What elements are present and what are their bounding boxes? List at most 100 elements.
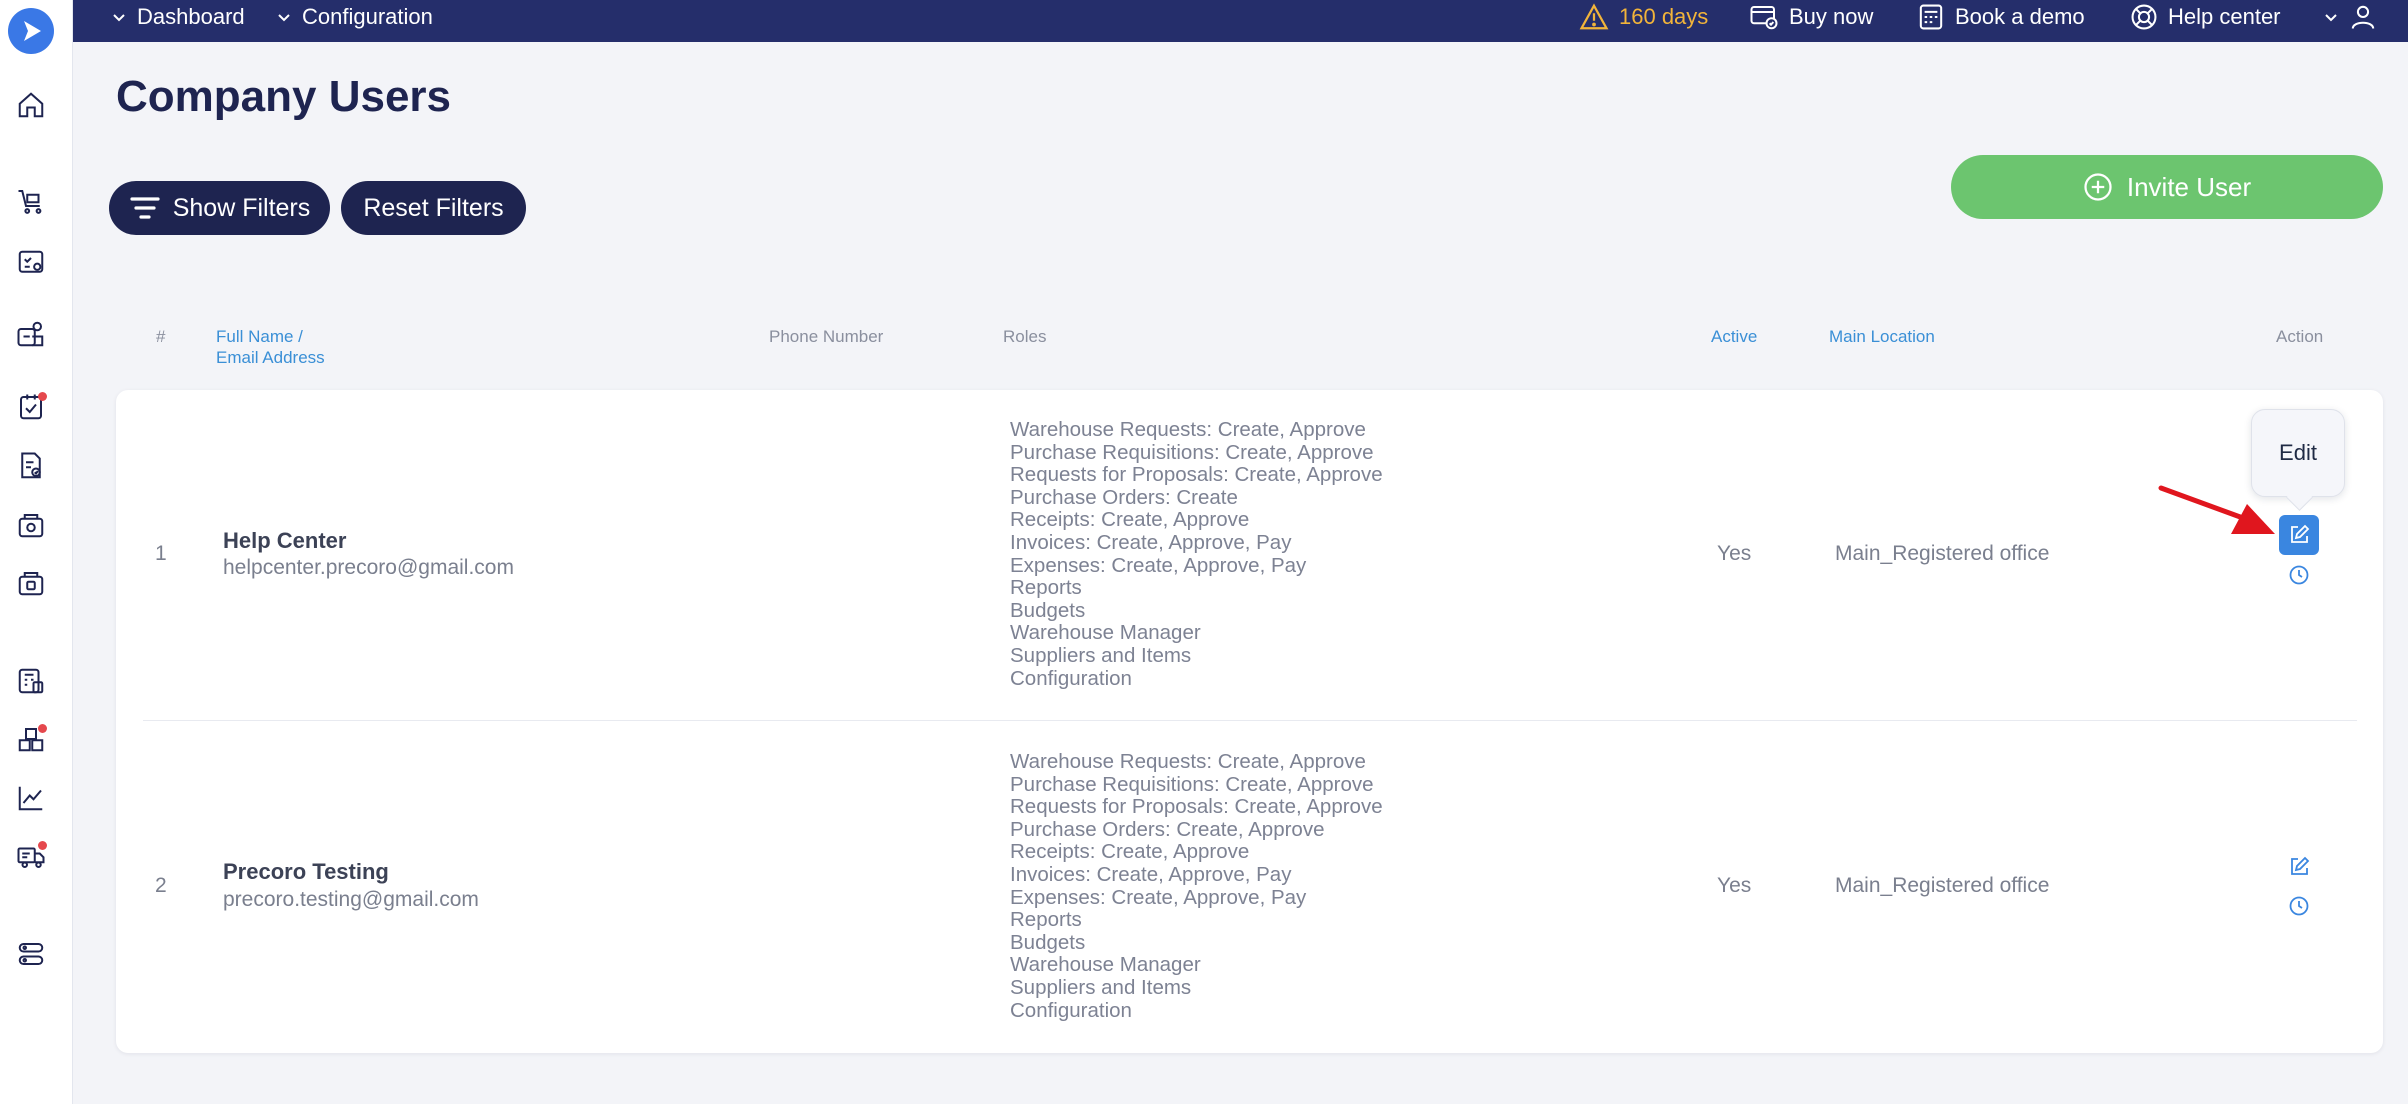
user-roles: Warehouse Requests: Create, Approve Purc… — [1010, 418, 1383, 690]
help-center-link[interactable]: Help center — [2130, 0, 2281, 34]
show-filters-button[interactable]: Show Filters — [109, 181, 330, 235]
trial-days-indicator[interactable]: 160 days — [1579, 0, 1708, 34]
user-icon — [2351, 5, 2375, 29]
chevron-down-icon — [2325, 14, 2337, 22]
filter-icon — [130, 197, 160, 219]
column-header-main-location[interactable]: Main Location — [1829, 326, 1935, 347]
role-item: Reports — [1010, 908, 1082, 932]
dashboard-menu[interactable]: Dashboard — [111, 0, 245, 34]
column-header-name-line1: Full Name / — [216, 327, 303, 346]
column-header-roles: Roles — [1003, 327, 1047, 346]
settings-icon[interactable] — [14, 937, 48, 971]
budget-icon[interactable] — [14, 664, 48, 698]
clock-icon — [2289, 896, 2309, 916]
user-history-button[interactable] — [2284, 560, 2314, 590]
role-item: Expenses: Create, Approve, Pay — [1010, 885, 1307, 909]
user-active-status: Yes — [1717, 874, 1752, 897]
role-item: Budgets — [1010, 930, 1086, 954]
role-item: Receipts: Create, Approve — [1010, 840, 1250, 864]
help-center-label: Help center — [2168, 4, 2281, 29]
annotation-arrow-icon — [2158, 485, 2275, 534]
edit-user-button[interactable] — [2279, 847, 2319, 887]
user-full-name: Precoro Testing — [223, 859, 389, 884]
chevron-down-icon — [278, 14, 290, 22]
user-active-status: Yes — [1717, 542, 1752, 565]
user-main-location: Main_Registered office — [1835, 542, 2050, 565]
requests-icon[interactable] — [14, 246, 48, 280]
lifebuoy-icon — [2131, 4, 2157, 30]
notification-badge — [38, 724, 47, 733]
edit-tooltip-label: Edit — [2279, 440, 2317, 465]
role-item: Purchase Orders: Create, Approve — [1010, 817, 1325, 841]
show-filters-label: Show Filters — [172, 193, 311, 222]
role-item: Warehouse Manager — [1010, 953, 1201, 977]
chevron-down-icon — [113, 14, 125, 22]
role-item: Purchase Requisitions: Create, Approve — [1010, 772, 1374, 796]
role-item: Budgets — [1010, 598, 1086, 622]
column-header-full-name[interactable]: Full Name / Email Address — [216, 326, 325, 368]
row-divider — [143, 720, 2357, 721]
role-item: Invoices: Create, Approve, Pay — [1010, 530, 1292, 554]
top-navigation-bar: Dashboard Configuration 160 days Buy now… — [73, 0, 2408, 42]
role-item: Expenses: Create, Approve, Pay — [1010, 553, 1307, 577]
role-item: Receipts: Create, Approve — [1010, 508, 1250, 532]
plus-circle-icon — [2084, 173, 2112, 201]
buy-now-link[interactable]: Buy now — [1749, 0, 1873, 34]
receipt-icon[interactable] — [14, 508, 48, 542]
reset-filters-button[interactable]: Reset Filters — [341, 181, 526, 235]
user-menu[interactable] — [2323, 0, 2377, 34]
buy-now-label: Buy now — [1789, 4, 1874, 29]
role-item: Requests for Proposals: Create, Approve — [1010, 795, 1383, 819]
column-header-name-line2: Email Address — [216, 348, 325, 367]
role-item: Warehouse Requests: Create, Approve — [1010, 418, 1366, 441]
book-demo-link[interactable]: Book a demo — [1917, 0, 2085, 34]
home-icon[interactable] — [14, 88, 48, 122]
logo-icon[interactable] — [8, 8, 54, 54]
user-email: helpcenter.precoro@gmail.com — [223, 556, 514, 579]
delivery-icon[interactable] — [14, 839, 48, 873]
invite-user-button[interactable]: Invite User — [1951, 155, 2383, 219]
configuration-menu[interactable]: Configuration — [276, 0, 433, 34]
sidebar — [0, 0, 73, 1104]
invite-user-label: Invite User — [2126, 171, 2252, 202]
user-email: precoro.testing@gmail.com — [223, 888, 479, 911]
row-number: 1 — [155, 542, 167, 565]
notification-badge — [38, 841, 47, 850]
analytics-icon[interactable] — [14, 781, 48, 815]
configuration-label: Configuration — [302, 4, 433, 29]
role-item: Suppliers and Items — [1010, 975, 1192, 999]
edit-user-button[interactable] — [2279, 515, 2319, 555]
column-header-action: Action — [2276, 327, 2324, 346]
notification-badge — [38, 392, 47, 401]
column-header-active[interactable]: Active — [1711, 326, 1757, 347]
dashboard-label: Dashboard — [137, 4, 245, 29]
page-title: Company Users — [116, 72, 452, 121]
clock-icon — [2289, 565, 2309, 585]
users-icon[interactable] — [14, 317, 48, 351]
role-item: Warehouse Manager — [1010, 621, 1201, 645]
user-roles: Warehouse Requests: Create, Approve Purc… — [1010, 750, 1383, 1022]
credit-card-icon — [1750, 6, 1778, 30]
wallet-icon[interactable] — [14, 566, 48, 600]
cart-icon[interactable] — [14, 184, 48, 218]
role-item: Suppliers and Items — [1010, 643, 1192, 667]
approvals-icon[interactable] — [14, 390, 48, 424]
user-history-button[interactable] — [2284, 891, 2314, 921]
user-full-name: Help Center — [223, 528, 347, 553]
book-demo-label: Book a demo — [1955, 4, 2085, 29]
calendar-icon — [1919, 4, 1943, 30]
invoice-icon[interactable] — [14, 449, 48, 483]
column-header-phone: Phone Number — [769, 327, 884, 346]
role-item: Invoices: Create, Approve, Pay — [1010, 862, 1292, 886]
edit-icon — [2291, 524, 2310, 543]
warning-icon — [1579, 3, 1609, 30]
reset-filters-label: Reset Filters — [363, 193, 504, 222]
user-main-location: Main_Registered office — [1835, 874, 2050, 897]
column-header-number: # — [156, 327, 166, 346]
role-item: Reports — [1010, 576, 1082, 600]
inventory-icon[interactable] — [14, 722, 48, 756]
role-item: Configuration — [1010, 998, 1132, 1022]
role-item: Warehouse Requests: Create, Approve — [1010, 750, 1366, 773]
role-item: Purchase Requisitions: Create, Approve — [1010, 440, 1374, 464]
row-number: 2 — [155, 874, 167, 897]
